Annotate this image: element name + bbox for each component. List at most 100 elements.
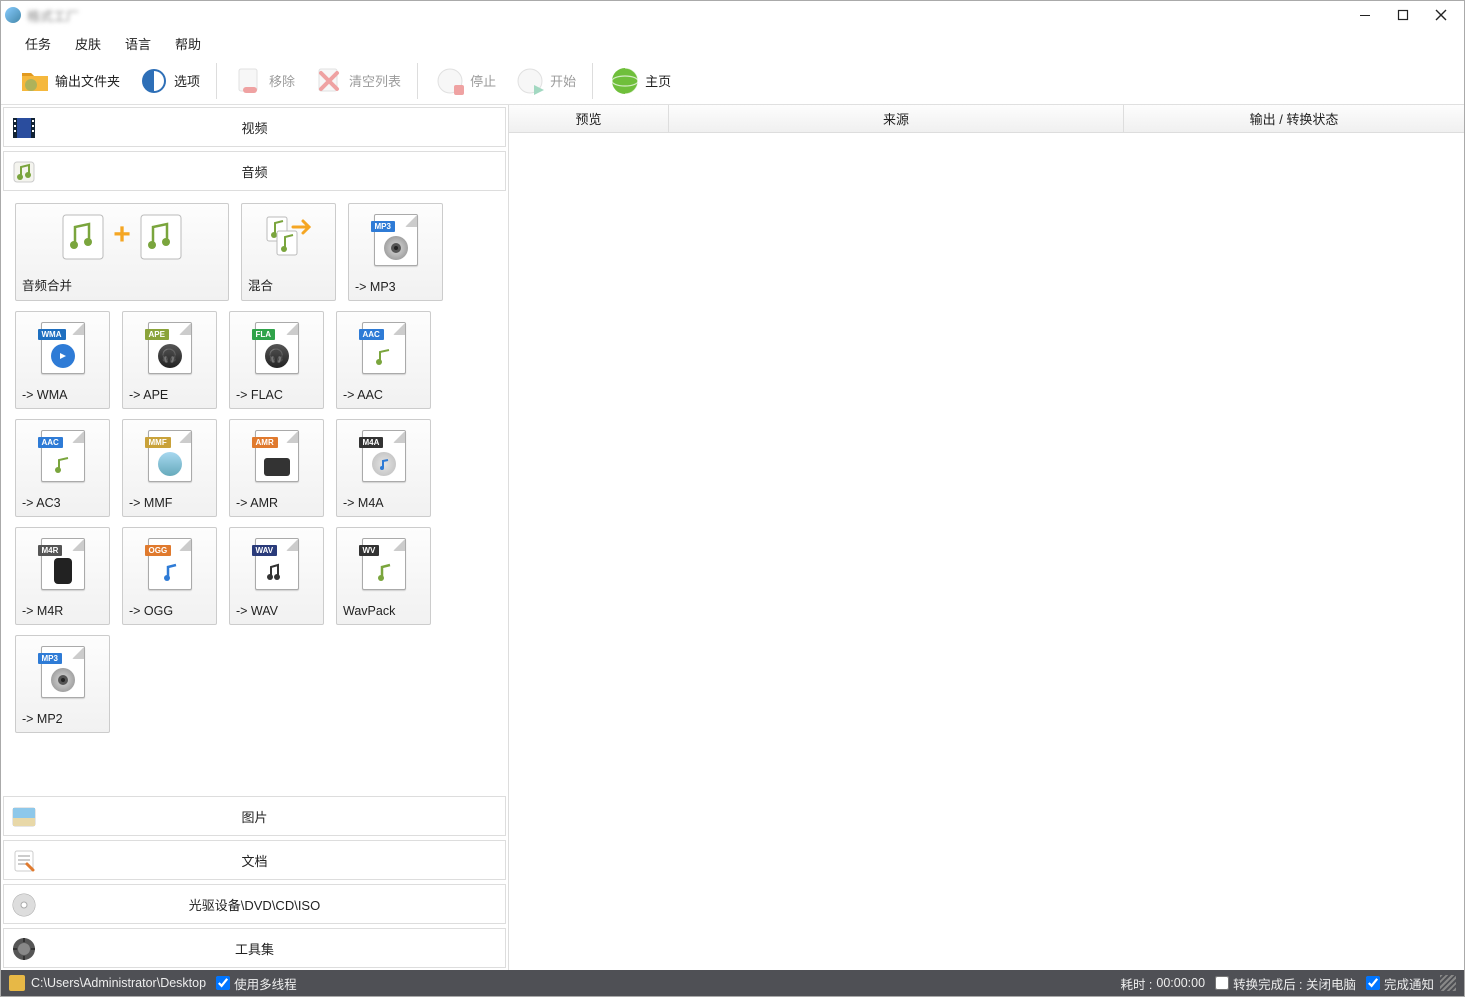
- col-preview[interactable]: 预览: [509, 105, 669, 132]
- mp3-icon: MP3: [349, 204, 442, 275]
- home-icon: [609, 65, 641, 97]
- tile-amr[interactable]: AMR -> AMR: [229, 419, 324, 517]
- output-folder-button[interactable]: 输出文件夹: [11, 61, 128, 101]
- elapsed-label: 耗时 :: [1120, 974, 1152, 993]
- category-document-label: 文档: [241, 851, 267, 870]
- tile-label: -> AMR: [230, 491, 323, 516]
- tile-ape[interactable]: APE🎧 -> APE: [122, 311, 217, 409]
- multithread-checkbox[interactable]: [216, 976, 230, 990]
- options-icon: [138, 65, 170, 97]
- start-button[interactable]: 开始: [506, 61, 584, 101]
- options-button[interactable]: 选项: [130, 61, 208, 101]
- shutdown-checkbox[interactable]: [1215, 976, 1229, 990]
- toolbar-separator: [417, 63, 418, 99]
- menu-task[interactable]: 任务: [13, 30, 63, 57]
- notify-checkbox[interactable]: [1366, 976, 1380, 990]
- clear-list-label: 清空列表: [349, 71, 401, 90]
- category-video[interactable]: 视频: [3, 107, 506, 147]
- stop-icon: [434, 65, 466, 97]
- tile-mmf[interactable]: MMF -> MMF: [122, 419, 217, 517]
- start-icon: [514, 65, 546, 97]
- tile-label: -> MMF: [123, 491, 216, 516]
- close-button[interactable]: [1422, 3, 1460, 27]
- tile-label: -> APE: [123, 383, 216, 408]
- tile-label: -> MP3: [349, 275, 442, 300]
- remove-button[interactable]: 移除: [225, 61, 303, 101]
- format-grid: + 音频合并 混合 MP: [1, 193, 508, 794]
- category-tools[interactable]: 工具集: [3, 928, 506, 968]
- output-path[interactable]: C:\Users\Administrator\Desktop: [31, 976, 206, 990]
- tile-mp3[interactable]: MP3 -> MP3: [348, 203, 443, 301]
- tile-wma[interactable]: WMA -> WMA: [15, 311, 110, 409]
- category-tools-label: 工具集: [235, 939, 274, 958]
- menu-help[interactable]: 帮助: [163, 30, 213, 57]
- tile-wav[interactable]: WAV -> WAV: [229, 527, 324, 625]
- shutdown-toggle[interactable]: 转换完成后 : 关闭电脑: [1215, 974, 1356, 993]
- audio-icon: [10, 158, 38, 186]
- video-icon: [10, 114, 38, 142]
- category-picture[interactable]: 图片: [3, 796, 506, 836]
- options-label: 选项: [174, 71, 200, 90]
- output-folder-label: 输出文件夹: [55, 71, 120, 90]
- remove-label: 移除: [269, 71, 295, 90]
- picture-icon: [10, 803, 38, 831]
- multithread-toggle[interactable]: 使用多线程: [216, 974, 297, 993]
- notify-label: 完成通知: [1384, 974, 1434, 993]
- disc-icon: [10, 891, 38, 919]
- merge-icon: +: [16, 204, 228, 270]
- maximize-button[interactable]: [1384, 3, 1422, 27]
- list-body[interactable]: [509, 133, 1464, 970]
- tile-ogg[interactable]: OGG -> OGG: [122, 527, 217, 625]
- tile-mix[interactable]: 混合: [241, 203, 336, 301]
- tile-label: -> AAC: [337, 383, 430, 408]
- category-document[interactable]: 文档: [3, 840, 506, 880]
- toolbar: 输出文件夹 选项 移除 清空列表 停止 开始 主页: [1, 57, 1464, 105]
- tile-flac[interactable]: FLA🎧 -> FLAC: [229, 311, 324, 409]
- main-area: 视频 音频 + 音频合并: [1, 105, 1464, 970]
- category-audio-label: 音频: [241, 162, 267, 181]
- mix-icon: [242, 204, 335, 270]
- category-video-label: 视频: [241, 118, 267, 137]
- menu-language[interactable]: 语言: [113, 30, 163, 57]
- home-button[interactable]: 主页: [601, 61, 679, 101]
- menu-skin[interactable]: 皮肤: [63, 30, 113, 57]
- notify-toggle[interactable]: 完成通知: [1366, 974, 1434, 993]
- folder-small-icon[interactable]: [9, 975, 25, 991]
- minimize-button[interactable]: [1346, 3, 1384, 27]
- toolbar-separator: [592, 63, 593, 99]
- tile-label: WavPack: [337, 599, 430, 624]
- category-disc[interactable]: 光驱设备\DVD\CD\ISO: [3, 884, 506, 924]
- tile-aac[interactable]: AAC -> AAC: [336, 311, 431, 409]
- status-bar: C:\Users\Administrator\Desktop 使用多线程 耗时 …: [1, 970, 1464, 996]
- clear-list-button[interactable]: 清空列表: [305, 61, 409, 101]
- start-label: 开始: [550, 71, 576, 90]
- tile-audio-merge[interactable]: + 音频合并: [15, 203, 229, 301]
- category-audio[interactable]: 音频: [3, 151, 506, 191]
- tile-m4r[interactable]: M4R -> M4R: [15, 527, 110, 625]
- tile-label: 音频合并: [16, 270, 228, 300]
- tile-ac3[interactable]: AAC -> AC3: [15, 419, 110, 517]
- stop-button[interactable]: 停止: [426, 61, 504, 101]
- tile-mp2[interactable]: MP3 -> MP2: [15, 635, 110, 733]
- col-output-status[interactable]: 输出 / 转换状态: [1124, 105, 1464, 132]
- elapsed-time: 00:00:00: [1156, 976, 1205, 990]
- list-header: 预览 来源 输出 / 转换状态: [509, 105, 1464, 133]
- menu-bar: 任务 皮肤 语言 帮助: [1, 29, 1464, 57]
- multithread-label: 使用多线程: [234, 974, 297, 993]
- resize-grip[interactable]: [1440, 975, 1456, 991]
- tile-wavpack[interactable]: WV WavPack: [336, 527, 431, 625]
- tile-label: 混合: [242, 270, 335, 300]
- stop-label: 停止: [470, 71, 496, 90]
- tile-label: -> AC3: [16, 491, 109, 516]
- tile-label: -> MP2: [16, 707, 109, 732]
- folder-icon: [19, 65, 51, 97]
- col-source[interactable]: 来源: [669, 105, 1124, 132]
- toolbar-separator: [216, 63, 217, 99]
- home-label: 主页: [645, 71, 671, 90]
- category-picture-label: 图片: [241, 807, 267, 826]
- tile-m4a[interactable]: M4A -> M4A: [336, 419, 431, 517]
- task-list-panel: 预览 来源 输出 / 转换状态: [509, 105, 1464, 970]
- tile-label: -> FLAC: [230, 383, 323, 408]
- document-icon: [10, 847, 38, 875]
- sidebar: 视频 音频 + 音频合并: [1, 105, 509, 970]
